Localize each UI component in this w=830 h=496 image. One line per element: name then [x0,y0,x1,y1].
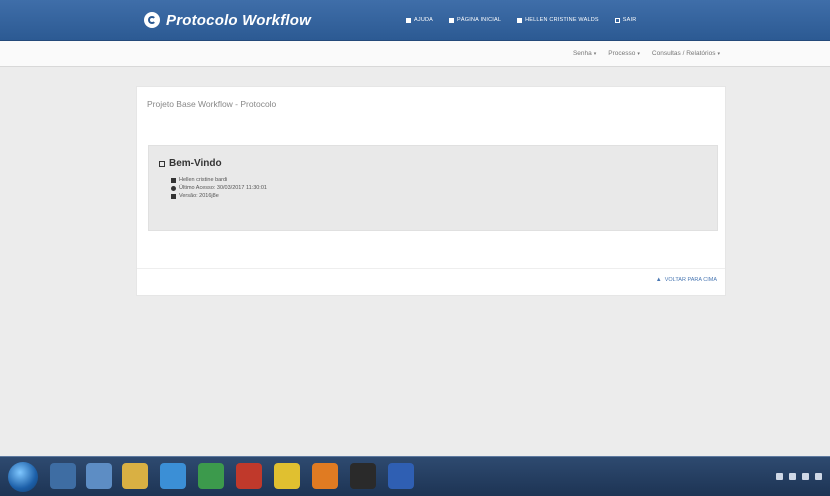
folder-icon[interactable] [122,463,148,489]
logout-icon [614,17,620,23]
logout-link[interactable]: SAIR [614,17,637,23]
last-access-line: Último Acesso: 30/03/2017 11:30:01 [171,185,267,191]
media-player-icon[interactable] [50,463,76,489]
word-icon[interactable] [388,463,414,489]
logo-icon [144,12,160,28]
calendar-icon [171,193,176,199]
top-links: AJUDA PÁGINA INICIAL HELLEN CRISTINE WAL… [406,0,652,40]
chevron-down-icon: ▾ [717,51,720,57]
chevron-down-icon: ▾ [593,51,597,57]
top-navbar: Protocolo Workflow AJUDA PÁGINA INICIAL … [0,0,830,41]
chevron-down-icon: ▾ [637,51,640,57]
help-link[interactable]: AJUDA [406,17,433,23]
ie-icon[interactable] [160,463,186,489]
windows-start-icon[interactable] [8,462,38,492]
home-icon [449,17,455,23]
menu-processo[interactable]: Processo ▾ [608,50,640,57]
back-to-top-link[interactable]: ▲ VOLTAR PARA CIMA [656,277,717,283]
user-icon [171,177,176,183]
divider [137,268,725,269]
brand-title: Protocolo Workflow [166,11,311,29]
brand[interactable]: Protocolo Workflow [144,9,311,31]
user-icon [517,17,523,23]
menu-consultas[interactable]: Consultas / Relatórios ▾ [652,50,720,57]
taskbar [0,456,830,496]
help-icon [406,17,411,23]
volume-icon[interactable] [815,473,822,480]
main-panel: Projeto Base Workflow - Protocolo Bem-Vi… [136,86,726,296]
arrow-up-icon: ▲ [655,277,662,283]
excel-icon[interactable] [198,463,224,489]
page-title: Projeto Base Workflow - Protocolo [147,99,277,109]
menu-senha[interactable]: Senha ▾ [573,50,596,57]
sub-nav: Senha ▾ Processo ▾ Consultas / Relatórios ▾ [561,41,720,66]
network-icon[interactable] [789,473,796,480]
flag-icon[interactable] [776,473,783,480]
chrome-icon[interactable] [274,463,300,489]
terminal-icon[interactable] [350,463,376,489]
grid-icon [159,160,165,167]
firefox-icon[interactable] [312,463,338,489]
battery-icon[interactable] [802,473,809,480]
library-icon[interactable] [86,463,112,489]
version-line: Versão: 2016j8e [171,193,219,199]
system-tray [770,457,822,496]
home-link[interactable]: PÁGINA INICIAL [449,17,501,23]
welcome-heading: Bem-Vindo [159,158,222,169]
pdf-icon[interactable] [236,463,262,489]
sub-navbar: Senha ▾ Processo ▾ Consultas / Relatórios ▾ [0,41,830,67]
welcome-box: Bem-Vindo Hellen cristine bardi Último A… [148,145,718,231]
user-link[interactable]: HELLEN CRISTINE WALDS [517,17,599,23]
clock-icon [171,185,176,191]
user-line: Hellen cristine bardi [171,177,227,183]
